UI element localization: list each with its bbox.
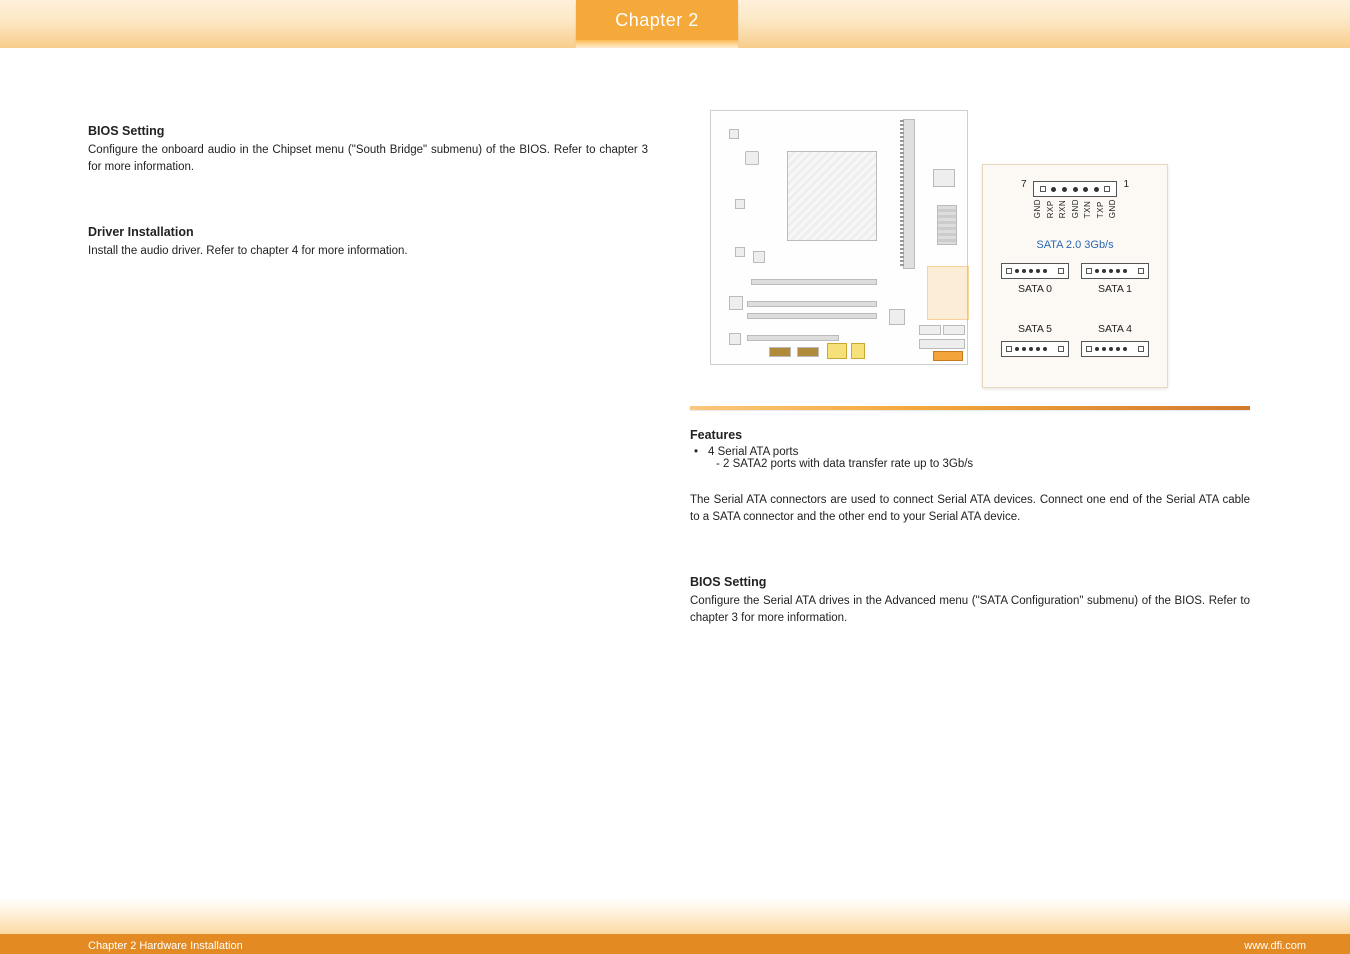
chip-icon	[729, 296, 743, 310]
section-divider	[690, 406, 1250, 410]
chapter-tab: Chapter 2	[576, 0, 738, 40]
paragraph-driver-install: Install the audio driver. Refer to chapt…	[88, 243, 648, 260]
sata-speed-caption: SATA 2.0 3Gb/s	[983, 239, 1167, 251]
pin-label: RXN	[1058, 199, 1067, 218]
paragraph-sata-description: The Serial ATA connectors are used to co…	[690, 492, 1250, 525]
pin-label: RXP	[1046, 199, 1055, 218]
sata-detail-panel: 7 1 GND RXP RXN GND TXN TXP GND SATA 2.0…	[982, 164, 1168, 388]
chip-icon	[753, 251, 765, 263]
chip-icon	[933, 169, 955, 187]
left-column: BIOS Setting Configure the onboard audio…	[88, 110, 648, 260]
cpu-socket-icon	[787, 151, 877, 241]
connector-icon	[919, 339, 965, 349]
footer-chapter-label: Chapter 2 Hardware Installation	[88, 940, 243, 952]
heading-driver-installation: Driver Installation	[88, 225, 648, 239]
pin-label: GND	[1033, 199, 1042, 218]
heading-bios-setting-left: BIOS Setting	[88, 124, 648, 138]
chip-icon	[889, 309, 905, 325]
connector-icon	[919, 325, 941, 335]
heading-features: Features	[690, 428, 1250, 442]
ram-slot-icon	[903, 119, 915, 269]
pin-label: GND	[1108, 199, 1117, 218]
sata-diagram: 7 1 GND RXP RXN GND TXN TXP GND SATA 2.0…	[710, 110, 1170, 390]
sata-pin-labels: GND RXP RXN GND TXN TXP GND	[1033, 199, 1117, 218]
motherboard-outline	[710, 110, 968, 365]
sata-connector-1-icon	[1081, 263, 1149, 279]
connector-icon	[933, 351, 963, 361]
sata-label-4: SATA 4	[1081, 323, 1149, 335]
paragraph-bios-audio: Configure the onboard audio in the Chips…	[88, 142, 648, 175]
right-column: 7 1 GND RXP RXN GND TXN TXP GND SATA 2.0…	[690, 110, 1250, 627]
chip-icon	[745, 151, 759, 165]
pcie-slot-icon	[747, 301, 877, 307]
chip-icon	[735, 199, 745, 209]
heading-bios-setting-right: BIOS Setting	[690, 575, 1250, 589]
sata-connector-0-icon	[1001, 263, 1069, 279]
footer-url: www.dfi.com	[1244, 940, 1306, 952]
feature-sub-item: - 2 SATA2 ports with data transfer rate …	[716, 458, 1250, 470]
connector-icon	[797, 347, 819, 357]
sata-label-0: SATA 0	[1001, 283, 1069, 295]
pin-label: TXN	[1083, 199, 1092, 218]
pin-label: GND	[1071, 199, 1080, 218]
sata-connector-5-icon	[1001, 341, 1069, 357]
feature-list: 4 Serial ATA ports	[690, 446, 1250, 458]
pin-number-1: 1	[1123, 179, 1129, 190]
chip-icon	[729, 129, 739, 139]
connector-icon	[827, 343, 847, 359]
chip-icon	[729, 333, 741, 345]
connector-icon	[943, 325, 965, 335]
pin-number-7: 7	[1021, 179, 1027, 190]
pcie-slot-icon	[751, 279, 877, 285]
paragraph-sata-bios: Configure the Serial ATA drives in the A…	[690, 593, 1250, 626]
chapter-tab-shadow	[576, 40, 738, 48]
connector-icon	[769, 347, 791, 357]
chip-icon	[937, 205, 957, 245]
sata-pin-header-icon	[1033, 181, 1117, 197]
chip-icon	[735, 247, 745, 257]
sata-area-highlight	[927, 266, 969, 320]
pcie-slot-icon	[747, 313, 877, 319]
connector-icon	[851, 343, 865, 359]
pin-label: TXP	[1096, 199, 1105, 218]
sata-label-5: SATA 5	[1001, 323, 1069, 335]
sata-label-1: SATA 1	[1081, 283, 1149, 295]
feature-item: 4 Serial ATA ports	[690, 446, 1250, 458]
sata-connector-4-icon	[1081, 341, 1149, 357]
pcie-slot-icon	[747, 335, 839, 341]
